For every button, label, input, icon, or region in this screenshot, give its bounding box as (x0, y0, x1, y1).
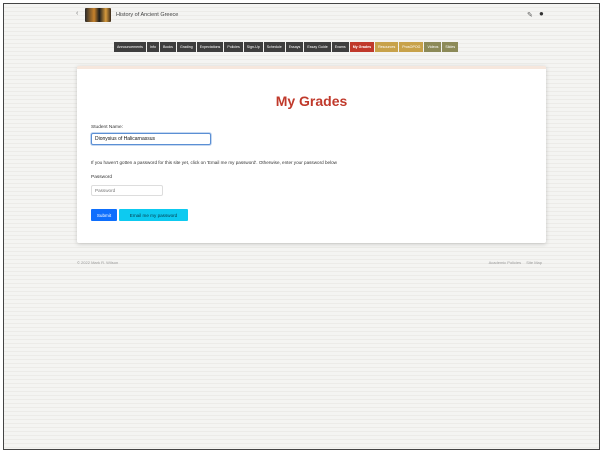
site-title[interactable]: History of Ancient Greece (116, 12, 178, 18)
email-password-button[interactable]: Email me my password (119, 209, 188, 221)
footer-link-site-map[interactable]: Site Map (526, 260, 542, 265)
student-name-input[interactable] (91, 133, 211, 145)
nav-tab-essays[interactable]: Essays (285, 42, 304, 52)
back-arrow-icon[interactable]: ‹ (76, 10, 78, 17)
main-nav: Announcements Info Books Grading Expectation… (114, 42, 459, 52)
password-input[interactable] (91, 185, 163, 196)
nav-tab-grading[interactable]: Grading (176, 42, 196, 52)
browser-viewport: ‹ History of Ancient Greece ✎ ● Announce… (3, 3, 600, 450)
nav-tab-prosopog[interactable]: ProsOPOG (399, 42, 424, 52)
nav-tab-schedule[interactable]: Schedule (263, 42, 285, 52)
nav-tab-expectations[interactable]: Expectations (196, 42, 224, 52)
theme-toggle-icon[interactable]: ● (539, 9, 544, 18)
nav-tab-my-grades[interactable]: My Grades (349, 42, 375, 52)
footer-links: Academic Policies Site Map (485, 260, 542, 265)
site-logo[interactable] (85, 8, 111, 22)
nav-tab-info[interactable]: Info (146, 42, 159, 52)
edit-icon[interactable]: ✎ (527, 11, 533, 19)
grades-card: My Grades Student Name: If you haven't g… (77, 66, 546, 243)
nav-tab-policies[interactable]: Policies (224, 42, 243, 52)
nav-tab-exams[interactable]: Exams (331, 42, 349, 52)
page-title: My Grades (275, 93, 348, 109)
nav-tab-essay-guide[interactable]: Essay Guide (304, 42, 331, 52)
submit-button[interactable]: Submit (91, 209, 117, 221)
student-name-label: Student Name: (91, 125, 123, 130)
nav-tab-sign-up[interactable]: Sign-Up (243, 42, 263, 52)
footer-copyright: © 2022 Mark R. Wilson (77, 260, 119, 265)
nav-tab-resources[interactable]: Resources (375, 42, 399, 52)
top-bar: ‹ History of Ancient Greece ✎ ● (4, 4, 599, 28)
password-info-text: If you haven't gotten a password for thi… (91, 160, 337, 165)
nav-tab-announcements[interactable]: Announcements (114, 42, 146, 52)
nav-tab-slides[interactable]: Slides (442, 42, 459, 52)
nav-tab-videos[interactable]: Videos (424, 42, 442, 52)
footer-link-academic-policies[interactable]: Academic Policies (489, 260, 521, 265)
password-label: Password (91, 175, 113, 180)
nav-tab-books[interactable]: Books (159, 42, 176, 52)
